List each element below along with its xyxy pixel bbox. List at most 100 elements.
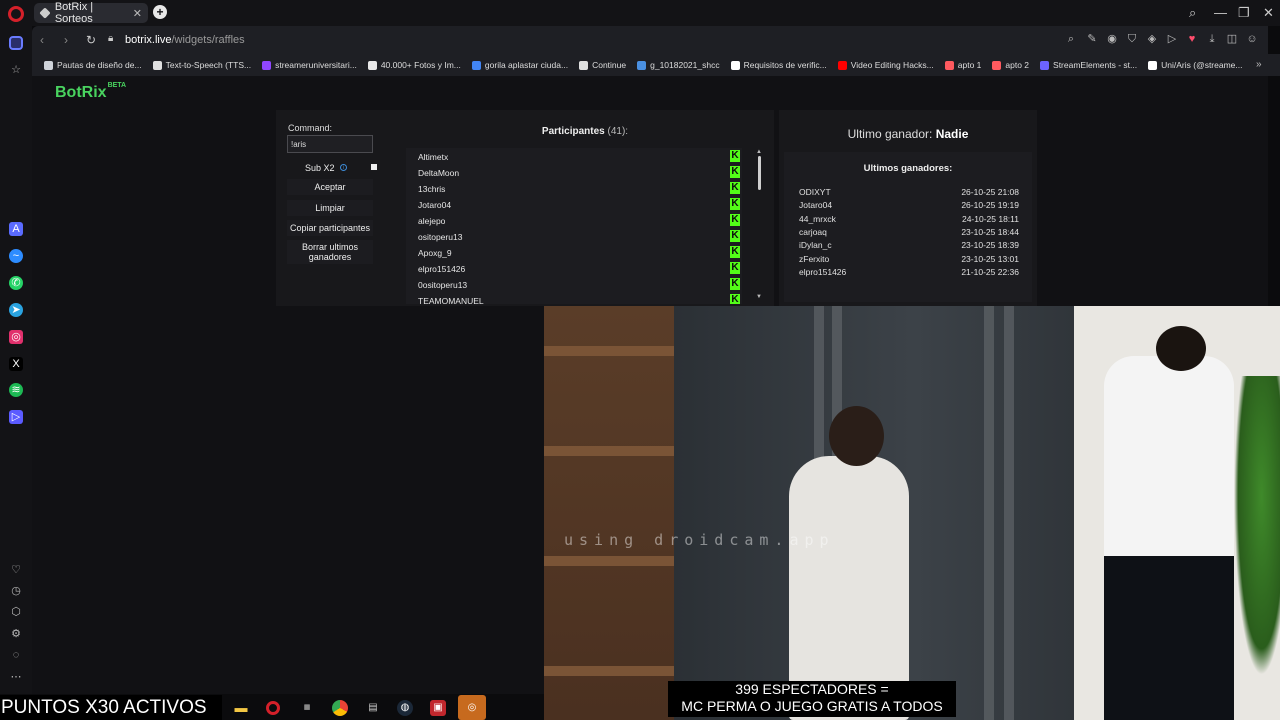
bookmark-item[interactable]: apto 2 xyxy=(992,60,1029,70)
participant-row[interactable]: TEAMOMANUEL K xyxy=(406,292,742,304)
heart-icon[interactable]: ♡ xyxy=(9,563,23,577)
bookmark-item[interactable]: Video Editing Hacks... xyxy=(837,60,934,70)
shield-icon[interactable]: ⛉ xyxy=(1126,33,1138,45)
clear-button[interactable]: Limpiar xyxy=(287,200,373,216)
window-app-icon[interactable]: ▤ xyxy=(365,700,381,716)
scroll-down-icon[interactable]: ▼ xyxy=(756,294,762,300)
bookmarks-overflow-icon[interactable]: » xyxy=(1256,59,1262,70)
minimize-button[interactable]: — xyxy=(1214,5,1227,20)
profile-icon[interactable]: ☺ xyxy=(1246,33,1258,45)
last-winner: Ultimo ganador: Nadie xyxy=(779,127,1037,141)
aria-icon[interactable]: A xyxy=(9,222,23,236)
snapshot-icon[interactable]: ◫ xyxy=(1226,33,1238,45)
back-icon[interactable]: ‹ xyxy=(40,33,44,47)
botrix-favicon-icon xyxy=(39,7,51,19)
command-input[interactable] xyxy=(287,135,373,153)
participant-row[interactable]: Jotaro04 K xyxy=(406,196,742,212)
bookmark-favicon-icon xyxy=(944,60,954,70)
bookmark-item[interactable]: Uni/Aris (@streame... xyxy=(1148,60,1243,70)
whatsapp-icon[interactable]: ✆ xyxy=(9,276,23,290)
participant-name: TEAMOMANUEL xyxy=(418,296,484,304)
extensions-cube-icon[interactable]: ⬡ xyxy=(9,605,23,619)
bookmark-item[interactable]: 40.000+ Fotos y Im... xyxy=(367,60,461,70)
winner-row: iDylan_c 23-10-25 18:39 xyxy=(799,240,1019,250)
star-icon[interactable]: ☆ xyxy=(9,63,23,77)
player-icon[interactable]: ▷ xyxy=(9,410,23,424)
bookmark-label: g_10182021_shcc xyxy=(650,60,720,70)
x-twitter-icon[interactable]: X xyxy=(9,357,23,371)
file-explorer-icon[interactable]: ▬ xyxy=(233,700,249,716)
telegram-icon[interactable]: ➤ xyxy=(9,303,23,317)
participant-row[interactable]: DeltaMoon K xyxy=(406,164,742,180)
chrome-icon[interactable] xyxy=(332,700,348,716)
botrix-logo[interactable]: BotRixBETA xyxy=(55,82,126,102)
bookmark-item[interactable]: Continue xyxy=(579,60,626,70)
sub-x2-checkbox[interactable] xyxy=(371,164,377,170)
url-field[interactable]: botrix.live/widgets/raffles xyxy=(125,34,245,46)
game-launcher-icon[interactable]: ▣ xyxy=(430,700,446,716)
participants-list[interactable]: Altimetx K DeltaMoon K 13chris K Jotaro04 Kalej… xyxy=(406,148,742,304)
bookmark-favicon-icon xyxy=(152,60,162,70)
sub-x2-option[interactable]: Sub X2 i xyxy=(287,161,379,175)
play-icon[interactable]: ▷ xyxy=(1166,33,1178,45)
tab-search-icon[interactable]: ⌕ xyxy=(1189,5,1196,21)
app-icon[interactable]: ▦ xyxy=(299,700,315,716)
bookmark-item[interactable]: streameruniversitari... xyxy=(262,60,357,70)
accept-button[interactable]: Aceptar xyxy=(287,179,373,195)
info-icon[interactable]: i xyxy=(340,164,347,171)
more-icon[interactable]: ⋯ xyxy=(9,670,23,684)
bookmark-item[interactable]: StreamElements - st... xyxy=(1040,60,1137,70)
copy-participants-button[interactable]: Copiar participantes xyxy=(287,220,373,236)
forward-icon[interactable]: › xyxy=(64,33,68,47)
participant-row[interactable]: 0ositoperu13 K xyxy=(406,276,742,292)
history-icon[interactable]: ◷ xyxy=(9,584,23,598)
bookmark-item[interactable]: apto 1 xyxy=(944,60,981,70)
spotify-icon[interactable]: ≋ xyxy=(9,383,23,397)
reload-icon[interactable]: ↻ xyxy=(86,33,96,47)
bookshelf xyxy=(544,306,679,720)
browser-tab[interactable]: BotRix | Sorteos ✕ xyxy=(34,1,148,25)
bookmark-label: Video Editing Hacks... xyxy=(850,60,934,70)
participant-row[interactable]: alejepo K xyxy=(406,212,742,228)
tab-close-icon[interactable]: ✕ xyxy=(133,7,142,20)
bookmark-item[interactable]: g_10182021_shcc xyxy=(637,60,720,70)
obs-icon[interactable]: ◎ xyxy=(458,695,486,720)
instagram-icon[interactable]: ◎ xyxy=(9,330,23,344)
participant-row[interactable]: ositoperu13 K xyxy=(406,228,742,244)
opera-taskbar-icon[interactable] xyxy=(266,701,280,715)
participant-row[interactable]: Apoxg_9 K xyxy=(406,244,742,260)
edit-icon[interactable]: ✎ xyxy=(1086,33,1098,45)
participant-row[interactable]: elpro151426 K xyxy=(406,260,742,276)
search-icon[interactable]: ⌕ xyxy=(1065,33,1077,45)
camera-icon[interactable]: ◉ xyxy=(1106,33,1118,45)
bookmark-item[interactable]: Pautas de diseño de... xyxy=(44,60,142,70)
participant-row[interactable]: Altimetx K xyxy=(406,148,742,164)
close-window-button[interactable]: ✕ xyxy=(1263,5,1274,21)
bookmark-label: apto 2 xyxy=(1005,60,1030,70)
scroll-up-icon[interactable]: ▲ xyxy=(756,149,762,155)
lock-icon[interactable]: 🔒︎ xyxy=(108,33,113,44)
opera-logo-icon[interactable] xyxy=(8,6,24,22)
steam-icon[interactable]: ◍ xyxy=(397,700,413,716)
settings-gear-icon[interactable]: ⚙ xyxy=(9,627,23,641)
kick-icon: K xyxy=(730,262,740,274)
delete-winners-button[interactable]: Borrar ultimos ganadores xyxy=(287,240,373,264)
home-icon[interactable] xyxy=(9,36,23,50)
bookmark-item[interactable]: gorila aplastar ciuda... xyxy=(471,60,568,70)
bookmark-item[interactable]: Requisitos de verific... xyxy=(730,60,827,70)
vpn-icon[interactable]: ◈ xyxy=(1146,33,1158,45)
restore-button[interactable]: ❐ xyxy=(1238,5,1250,21)
heart-icon[interactable]: ♥ xyxy=(1186,33,1198,45)
winner-date: 26-10-25 19:19 xyxy=(961,200,1019,211)
messenger-icon[interactable]: ~ xyxy=(9,249,23,263)
caption-line-1: 399 ESPECTADORES = xyxy=(735,681,889,697)
download-icon[interactable]: ⤓ xyxy=(1206,33,1218,45)
winner-date: 23-10-25 13:01 xyxy=(961,253,1019,264)
lightbulb-icon[interactable]: ◌ xyxy=(9,648,23,662)
kick-icon: K xyxy=(730,230,740,242)
scrollbar-thumb[interactable] xyxy=(758,156,761,190)
new-tab-button[interactable]: + xyxy=(153,5,167,19)
bookmark-item[interactable]: Text-to-Speech (TTS... xyxy=(152,60,251,70)
logo-text: BotRix xyxy=(55,84,107,101)
participant-row[interactable]: 13chris K xyxy=(406,180,742,196)
